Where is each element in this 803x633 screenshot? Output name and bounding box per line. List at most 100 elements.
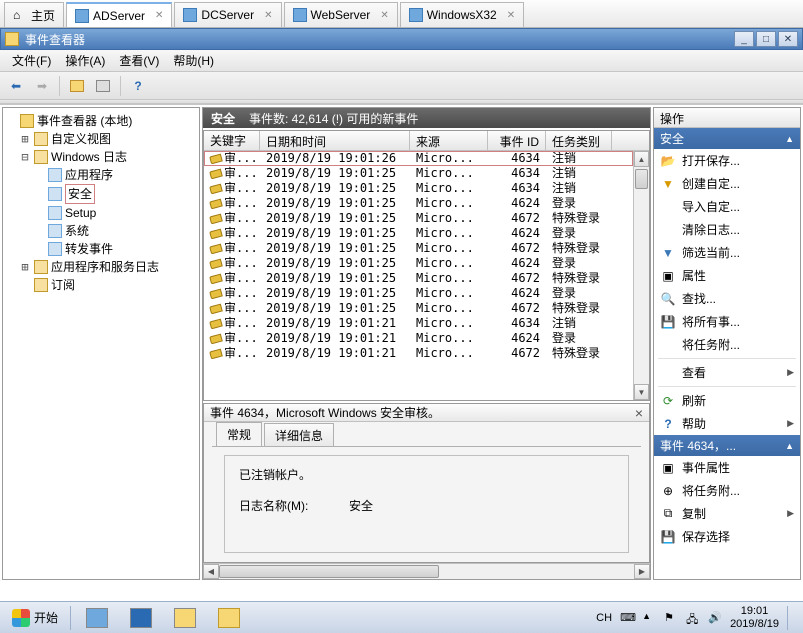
scroll-down-icon[interactable]: ▼: [634, 384, 649, 400]
action-open-saved[interactable]: 📂打开保存...: [654, 149, 800, 172]
event-row[interactable]: 审...2019/8/19 19:01:21Micro...4624登录: [204, 331, 649, 346]
col-datetime[interactable]: 日期和时间: [260, 131, 410, 150]
action-event-properties[interactable]: ▣事件属性: [654, 456, 800, 479]
action-attach-task-event[interactable]: ⊕将任务附...: [654, 479, 800, 502]
log-icon: [48, 206, 62, 220]
columns-button[interactable]: [91, 75, 115, 97]
menu-view[interactable]: 查看(V): [113, 50, 165, 71]
tree-setup[interactable]: Setup: [5, 204, 197, 222]
event-row[interactable]: 审...2019/8/19 19:01:21Micro...4672特殊登录: [204, 346, 649, 361]
col-event-id[interactable]: 事件 ID: [488, 131, 546, 150]
toolbar: ⬅ ➡ ?: [0, 72, 803, 100]
action-section-security[interactable]: 安全▲: [654, 128, 800, 149]
start-button[interactable]: 开始: [4, 607, 66, 629]
tab-adserver[interactable]: ADServer✕: [66, 2, 172, 27]
tree-system[interactable]: 系统: [5, 222, 197, 240]
tree-security[interactable]: 安全: [5, 184, 197, 204]
action-create-custom[interactable]: ▼创建自定...: [654, 172, 800, 195]
event-row[interactable]: 审...2019/8/19 19:01:25Micro...4672特殊登录: [204, 211, 649, 226]
ime-indicator[interactable]: CH: [596, 612, 612, 624]
close-icon[interactable]: ×: [635, 405, 643, 421]
arrow-left-icon: ⬅: [11, 79, 21, 93]
action-filter-current[interactable]: ▼筛选当前...: [654, 241, 800, 264]
scroll-thumb[interactable]: [219, 565, 439, 578]
maximize-button[interactable]: □: [756, 31, 776, 47]
tree-application[interactable]: 应用程序: [5, 166, 197, 184]
volume-icon[interactable]: 🔊: [708, 611, 722, 625]
tree-apps-services[interactable]: ⊞应用程序和服务日志: [5, 258, 197, 276]
event-row[interactable]: 审...2019/8/19 19:01:25Micro...4624登录: [204, 226, 649, 241]
minimize-button[interactable]: _: [734, 31, 754, 47]
scroll-left-icon[interactable]: ◀: [203, 564, 219, 579]
back-button[interactable]: ⬅: [4, 75, 28, 97]
close-icon[interactable]: ✕: [155, 10, 163, 21]
tree-root[interactable]: 事件查看器 (本地): [5, 112, 197, 130]
menu-file[interactable]: 文件(F): [6, 50, 57, 71]
event-row[interactable]: 审...2019/8/19 19:01:26Micro...4634注销: [204, 151, 649, 166]
show-tree-button[interactable]: [65, 75, 89, 97]
tab-dcserver[interactable]: DCServer✕: [174, 2, 281, 27]
action-properties[interactable]: ▣属性: [654, 264, 800, 287]
task-server-manager[interactable]: [77, 605, 117, 631]
event-list-body[interactable]: ▲ ▼ 审...2019/8/19 19:01:26Micro...4634注销…: [204, 151, 649, 400]
col-source[interactable]: 来源: [410, 131, 488, 150]
close-icon[interactable]: ✕: [380, 10, 388, 21]
event-row[interactable]: 审...2019/8/19 19:01:21Micro...4634注销: [204, 316, 649, 331]
task-powershell[interactable]: [121, 605, 161, 631]
scroll-thumb[interactable]: [635, 169, 648, 189]
show-desktop[interactable]: [787, 606, 793, 630]
action-attach-task[interactable]: 将任务附...: [654, 333, 800, 356]
tree-windows-logs[interactable]: ⊟Windows 日志: [5, 148, 197, 166]
keyboard-icon[interactable]: ⌨: [620, 611, 634, 625]
forward-button[interactable]: ➡: [30, 75, 54, 97]
expand-icon[interactable]: ⊞: [19, 130, 31, 148]
action-copy[interactable]: ⧉复制▶: [654, 502, 800, 525]
event-row[interactable]: 审...2019/8/19 19:01:25Micro...4672特殊登录: [204, 271, 649, 286]
action-save-selected[interactable]: 💾保存选择: [654, 525, 800, 548]
action-section-event[interactable]: 事件 4634，...▲: [654, 435, 800, 456]
task-explorer[interactable]: [165, 605, 205, 631]
tree-subscriptions[interactable]: 订阅: [5, 276, 197, 294]
tab-webserver[interactable]: WebServer✕: [284, 2, 398, 27]
tab-windowsx32[interactable]: WindowsX32✕: [400, 2, 524, 27]
tree-custom-views[interactable]: ⊞自定义视图: [5, 130, 197, 148]
clock[interactable]: 19:01 2019/8/19: [730, 605, 779, 631]
action-view[interactable]: 查看▶: [654, 361, 800, 384]
network-icon[interactable]: 🖧: [686, 611, 700, 625]
tree-forwarded[interactable]: 转发事件: [5, 240, 197, 258]
expand-icon[interactable]: ⊞: [19, 258, 31, 276]
menu-help[interactable]: 帮助(H): [167, 50, 220, 71]
tab-general[interactable]: 常规: [216, 422, 262, 447]
close-icon[interactable]: ✕: [507, 10, 515, 21]
collapse-icon[interactable]: ⊟: [19, 148, 31, 166]
tree-label: 转发事件: [65, 240, 113, 258]
menu-action[interactable]: 操作(A): [59, 50, 111, 71]
scroll-up-icon[interactable]: ▲: [634, 151, 649, 167]
action-find[interactable]: 🔍查找...: [654, 287, 800, 310]
event-row[interactable]: 审...2019/8/19 19:01:25Micro...4624登录: [204, 256, 649, 271]
action-import-custom[interactable]: 导入自定...: [654, 195, 800, 218]
col-keyword[interactable]: 关键字: [204, 131, 260, 150]
event-row[interactable]: 审...2019/8/19 19:01:25Micro...4672特殊登录: [204, 241, 649, 256]
help-button[interactable]: ?: [126, 75, 150, 97]
flag-icon[interactable]: ⚑: [664, 611, 678, 625]
action-save-all[interactable]: 💾将所有事...: [654, 310, 800, 333]
event-row[interactable]: 审...2019/8/19 19:01:25Micro...4634注销: [204, 181, 649, 196]
tab-details[interactable]: 详细信息: [264, 423, 334, 447]
tab-home[interactable]: ⌂主页: [4, 2, 64, 27]
event-row[interactable]: 审...2019/8/19 19:01:25Micro...4672特殊登录: [204, 301, 649, 316]
event-row[interactable]: 审...2019/8/19 19:01:25Micro...4624登录: [204, 286, 649, 301]
horizontal-scrollbar[interactable]: ◀ ▶: [203, 563, 650, 579]
scroll-right-icon[interactable]: ▶: [634, 564, 650, 579]
action-help[interactable]: ?帮助▶: [654, 412, 800, 435]
chevron-up-icon[interactable]: ▲: [642, 611, 656, 625]
action-clear-log[interactable]: 清除日志...: [654, 218, 800, 241]
event-row[interactable]: 审...2019/8/19 19:01:25Micro...4624登录: [204, 196, 649, 211]
vertical-scrollbar[interactable]: ▲ ▼: [633, 151, 649, 400]
col-task[interactable]: 任务类别: [546, 131, 612, 150]
task-event-viewer[interactable]: [209, 605, 249, 631]
event-row[interactable]: 审...2019/8/19 19:01:25Micro...4634注销: [204, 166, 649, 181]
close-button[interactable]: ✕: [778, 31, 798, 47]
action-refresh[interactable]: ⟳刷新: [654, 389, 800, 412]
close-icon[interactable]: ✕: [264, 10, 272, 21]
